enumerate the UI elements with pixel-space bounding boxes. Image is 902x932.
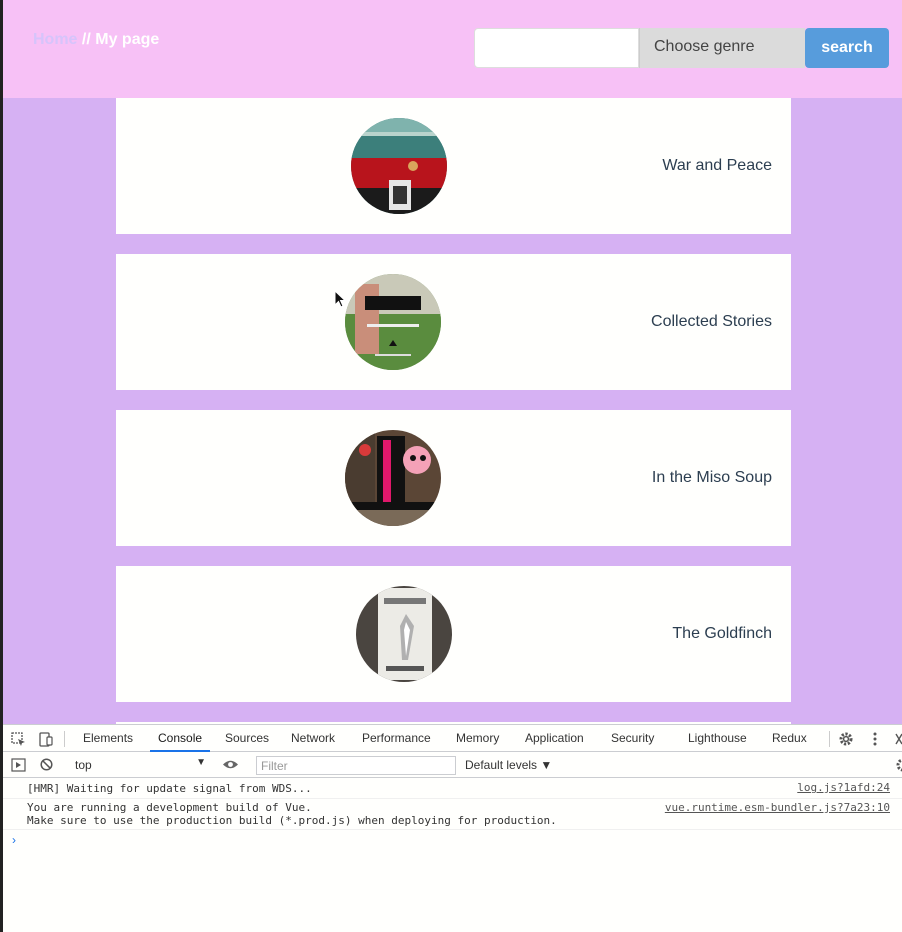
book-title: The Goldfinch (672, 625, 772, 642)
log-levels-dropdown[interactable]: Default levels ▼ (465, 758, 552, 772)
tab-application[interactable]: Application (525, 725, 584, 752)
mouse-cursor-icon (334, 290, 347, 308)
window-edge (0, 0, 3, 932)
book-title: In the Miso Soup (651, 469, 772, 486)
context-select-value: top (75, 758, 92, 772)
tab-separator (829, 731, 830, 747)
console-source-link[interactable]: vue.runtime.esm-bundler.js?7a23:10 (665, 801, 890, 814)
inspect-element-icon[interactable] (11, 732, 26, 747)
settings-gear-icon[interactable] (838, 731, 854, 747)
console-message-text: [HMR] Waiting for update signal from WDS… (27, 782, 312, 795)
live-expression-eye-icon[interactable] (222, 759, 239, 770)
breadcrumb: Home // My page (33, 31, 159, 49)
book-cover-image (351, 118, 447, 214)
search-button[interactable]: search (805, 28, 889, 68)
console-message: You are running a development build of V… (3, 799, 902, 830)
breadcrumb-home-link[interactable]: Home (33, 31, 77, 48)
show-sidebar-icon[interactable] (11, 758, 26, 772)
book-card[interactable]: In the Miso Soup (116, 410, 791, 546)
book-card[interactable]: The Goldfinch (116, 566, 791, 702)
tab-lighthouse[interactable]: Lighthouse (688, 725, 747, 752)
device-toolbar-icon[interactable] (38, 732, 53, 747)
tab-sources[interactable]: Sources (225, 725, 269, 752)
devtools-panel: Elements Console Sources Network Perform… (3, 724, 902, 932)
book-cover-image (345, 274, 441, 370)
tab-memory[interactable]: Memory (456, 725, 499, 752)
tab-network[interactable]: Network (291, 725, 335, 752)
console-prompt[interactable]: › (12, 833, 16, 847)
console-message: [HMR] Waiting for update signal from WDS… (3, 778, 902, 799)
book-title: Collected Stories (651, 313, 772, 330)
clear-console-icon[interactable] (40, 758, 53, 771)
console-toolbar: top ▼ Filter Default levels ▼ (3, 752, 902, 778)
book-card[interactable]: Collected Stories (116, 254, 791, 390)
devtools-tab-bar: Elements Console Sources Network Perform… (3, 725, 902, 752)
tab-separator (64, 731, 65, 747)
context-select[interactable]: top ▼ (73, 757, 208, 773)
tab-elements[interactable]: Elements (83, 725, 133, 752)
book-title: War and Peace (662, 157, 772, 174)
console-source-link[interactable]: log.js?1afd:24 (797, 781, 890, 794)
tab-security[interactable]: Security (611, 725, 654, 752)
dropdown-arrow-icon: ▼ (196, 757, 206, 768)
genre-select[interactable]: Choose genre (639, 28, 805, 68)
breadcrumb-separator: // (81, 31, 91, 48)
search-input[interactable] (474, 28, 639, 68)
breadcrumb-current: My page (95, 31, 160, 48)
book-card[interactable]: War and Peace (116, 98, 791, 234)
tab-redux[interactable]: Redux (772, 725, 807, 752)
tab-performance[interactable]: Performance (362, 725, 431, 752)
search-form: Choose genre search (474, 28, 889, 68)
close-icon[interactable] (895, 733, 902, 745)
book-cover-image (356, 586, 452, 682)
book-cover-image (345, 430, 441, 526)
book-list: War and Peace Collected Stories In the M… (3, 98, 902, 724)
more-options-icon[interactable] (872, 731, 878, 747)
console-settings-icon[interactable] (895, 758, 902, 772)
page-header: Home // My page Choose genre search (3, 0, 902, 98)
filter-input[interactable]: Filter (256, 756, 456, 775)
tab-console[interactable]: Console (150, 725, 211, 752)
